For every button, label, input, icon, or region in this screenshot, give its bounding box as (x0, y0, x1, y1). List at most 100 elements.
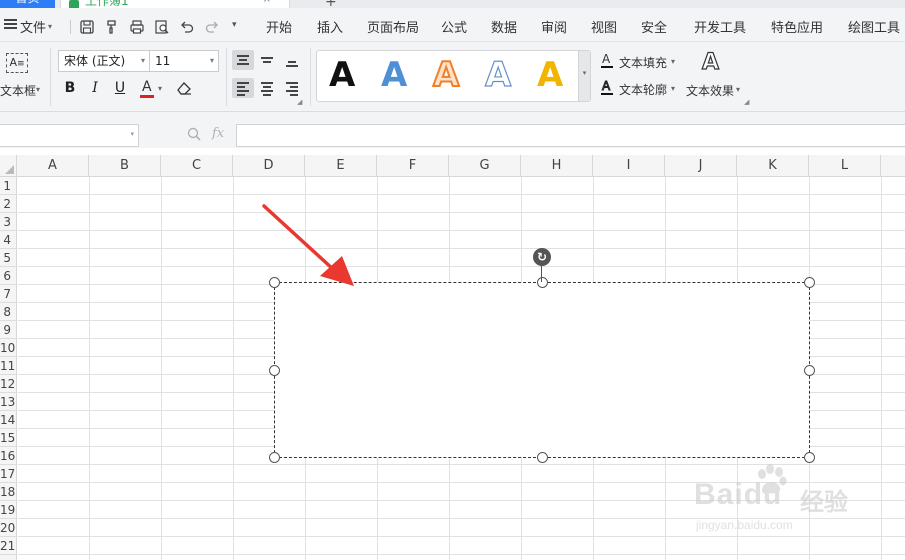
art-style-blue[interactable]: A (381, 55, 407, 95)
column-header[interactable]: E (305, 155, 377, 177)
row-header[interactable]: 19 (0, 501, 16, 519)
text-effect-button[interactable]: 文本效果 (686, 82, 734, 99)
row-header[interactable]: 8 (0, 303, 16, 321)
row-header[interactable]: 13 (0, 393, 16, 411)
zoom-icon[interactable] (186, 126, 202, 142)
column-header[interactable]: A (17, 155, 89, 177)
font-color-button[interactable]: A (139, 78, 155, 98)
row-header[interactable]: 15 (0, 429, 16, 447)
chevron-down-icon[interactable]: ▾ (48, 22, 52, 31)
menu-view[interactable]: 视图 (591, 17, 617, 36)
underline-button[interactable]: U (110, 78, 130, 98)
chevron-down-icon[interactable]: ▾ (671, 84, 675, 93)
text-fill-button[interactable]: 文本填充 (619, 54, 667, 71)
column-header[interactable]: D (233, 155, 305, 177)
row-header[interactable]: 5 (0, 249, 16, 267)
text-fill-icon[interactable]: A (601, 53, 613, 69)
select-all-corner[interactable] (0, 155, 17, 177)
row-header[interactable]: 3 (0, 213, 16, 231)
italic-button[interactable]: I (85, 78, 105, 98)
print-preview-icon[interactable] (154, 19, 170, 35)
column-header[interactable]: F (377, 155, 449, 177)
art-style-orange-outline[interactable]: A (432, 54, 460, 96)
undo-icon[interactable] (179, 19, 195, 35)
row-header[interactable]: 2 (0, 195, 16, 213)
print-icon[interactable] (129, 19, 145, 35)
resize-handle-bottom-right[interactable] (804, 452, 815, 463)
resize-handle-top[interactable] (537, 277, 548, 288)
row-header[interactable]: 11 (0, 357, 16, 375)
dialog-launcher-icon[interactable]: ◢ (744, 98, 749, 106)
textbox-label[interactable]: 文本框 (0, 82, 36, 99)
row-header[interactable]: 20 (0, 519, 16, 537)
row-header[interactable]: 21 (0, 537, 16, 555)
row-header[interactable]: 1 (0, 177, 16, 195)
gallery-more-button[interactable]: ▾ (578, 51, 590, 101)
align-center-button[interactable] (256, 78, 278, 98)
new-tab-button[interactable]: + (325, 0, 337, 8)
art-style-gold[interactable]: A (537, 55, 563, 95)
save-icon[interactable] (79, 19, 95, 35)
art-style-blue-outline[interactable]: A (484, 54, 512, 95)
close-icon[interactable]: × (263, 0, 271, 5)
row-header[interactable]: 16 (0, 447, 16, 465)
art-style-black[interactable]: A (329, 55, 355, 95)
row-header[interactable]: 4 (0, 231, 16, 249)
row-header[interactable]: 18 (0, 483, 16, 501)
menu-review[interactable]: 审阅 (541, 17, 567, 36)
row-header[interactable]: 9 (0, 321, 16, 339)
resize-handle-bottom-left[interactable] (269, 452, 280, 463)
font-size-select[interactable]: 11 ▾ (149, 50, 219, 72)
menu-special[interactable]: 特色应用 (771, 17, 823, 36)
resize-handle-bottom[interactable] (537, 452, 548, 463)
chevron-down-icon[interactable]: ▾ (736, 85, 740, 94)
text-outline-button[interactable]: 文本轮廓 (619, 81, 667, 98)
chevron-down-icon[interactable]: ▾ (671, 57, 675, 66)
menu-start[interactable]: 开始 (266, 17, 292, 36)
hamburger-menu-icon[interactable] (4, 18, 18, 30)
align-left-button[interactable] (232, 78, 254, 98)
insert-function-button[interactable]: fx (212, 126, 224, 141)
menu-drawing-tools[interactable]: 绘图工具 (848, 17, 900, 36)
resize-handle-right[interactable] (804, 365, 815, 376)
name-box[interactable]: ▾ (0, 124, 139, 147)
align-middle-button[interactable] (256, 50, 278, 70)
formula-input[interactable] (236, 124, 905, 147)
text-effect-icon[interactable]: A (701, 49, 719, 76)
text-box-shape[interactable] (274, 282, 810, 458)
row-header[interactable]: 10 (0, 339, 16, 357)
column-header[interactable]: K (737, 155, 809, 177)
column-header[interactable]: B (89, 155, 161, 177)
textbox-icon[interactable]: A≡ (6, 53, 28, 73)
resize-handle-top-right[interactable] (804, 277, 815, 288)
menu-file[interactable]: 文件 (20, 17, 46, 36)
align-right-button[interactable] (281, 78, 303, 98)
row-header[interactable]: 17 (0, 465, 16, 483)
tab-document[interactable]: 工作簿1 × (60, 0, 290, 8)
menu-formula[interactable]: 公式 (441, 17, 467, 36)
customize-toolbar-icon[interactable]: ▾ (232, 20, 237, 30)
column-header[interactable]: H (521, 155, 593, 177)
row-header[interactable]: 12 (0, 375, 16, 393)
row-header[interactable]: 6 (0, 267, 16, 285)
dialog-launcher-icon[interactable]: ◢ (297, 98, 302, 106)
align-bottom-button[interactable] (281, 50, 303, 70)
chevron-down-icon[interactable]: ▾ (158, 84, 162, 93)
column-header[interactable]: I (593, 155, 665, 177)
font-name-select[interactable]: 宋体 (正文) ▾ (58, 50, 150, 72)
row-header[interactable]: 14 (0, 411, 16, 429)
menu-developer[interactable]: 开发工具 (694, 17, 746, 36)
chevron-down-icon[interactable]: ▾ (36, 85, 40, 94)
tab-home[interactable]: 首页 (0, 0, 55, 8)
column-header[interactable]: L (809, 155, 881, 177)
row-header[interactable]: 7 (0, 285, 16, 303)
bold-button[interactable]: B (60, 78, 80, 98)
column-header[interactable]: G (449, 155, 521, 177)
format-painter-icon[interactable] (104, 19, 120, 35)
eraser-icon[interactable] (175, 80, 193, 96)
column-header[interactable]: J (665, 155, 737, 177)
menu-insert[interactable]: 插入 (317, 17, 343, 36)
rotate-handle-icon[interactable]: ↻ (533, 248, 551, 266)
menu-page-layout[interactable]: 页面布局 (367, 17, 419, 36)
align-top-button[interactable] (232, 50, 254, 70)
